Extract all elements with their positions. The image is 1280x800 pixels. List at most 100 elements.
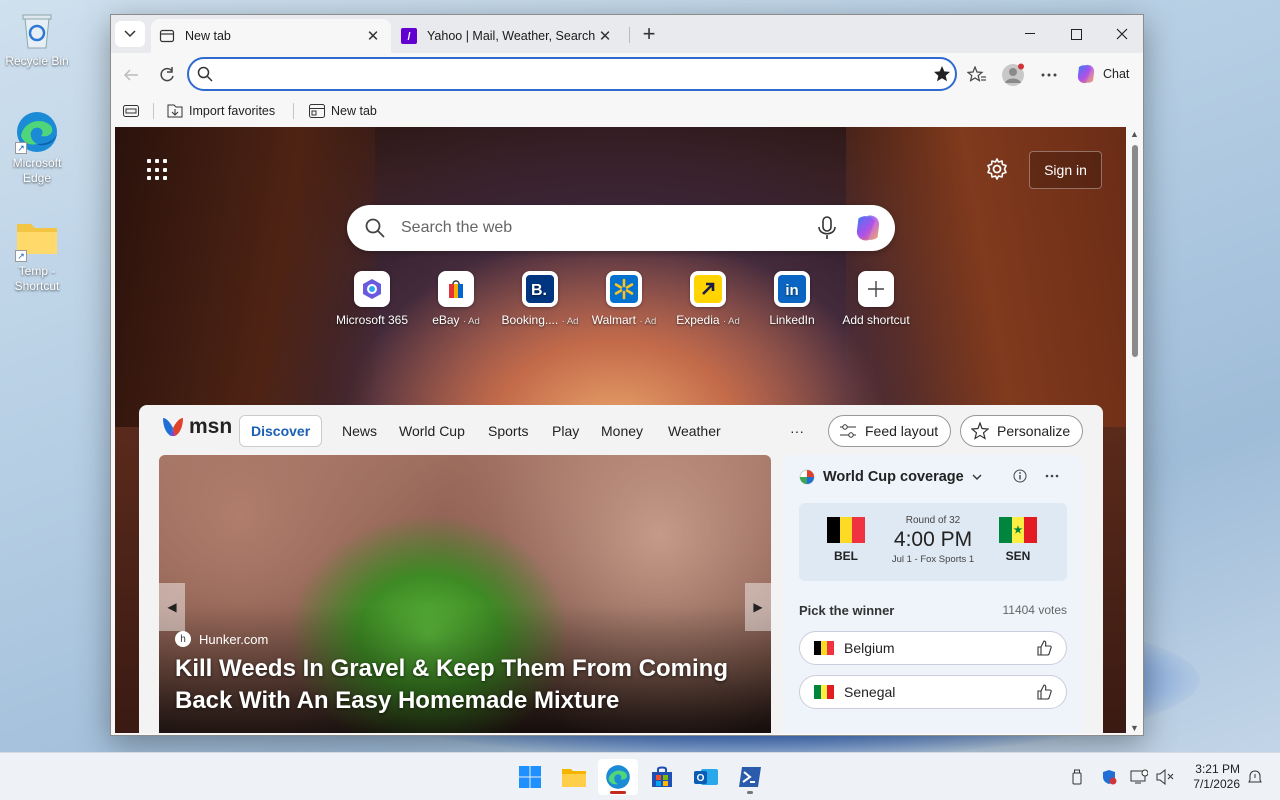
tab-sports[interactable]: Sports <box>477 415 539 447</box>
svg-text:in: in <box>785 282 798 299</box>
shortcut-add[interactable]: Add shortcut <box>831 271 921 327</box>
system-clock[interactable]: 3:21 PM 7/1/2026 <box>1180 762 1240 792</box>
tab-yahoo[interactable]: / Yahoo | Mail, Weather, Search, Politic… <box>393 19 623 53</box>
more-dots-icon <box>1041 73 1057 77</box>
shortcut-label: Walmart <box>591 313 636 327</box>
favorite-new-tab-label: New tab <box>331 104 377 118</box>
home-team-code: BEL <box>834 549 858 563</box>
scrollbar-thumb[interactable] <box>1132 145 1138 357</box>
maximize-icon <box>1070 28 1082 40</box>
network-icon[interactable] <box>1130 768 1148 786</box>
carousel-next-button[interactable]: ▶ <box>745 583 771 631</box>
minimize-button[interactable] <box>1007 15 1053 53</box>
start-button[interactable] <box>510 759 550 795</box>
taskbar-microsoft-store[interactable] <box>642 759 682 795</box>
favorites-list-icon <box>967 66 986 82</box>
svg-text:B.: B. <box>531 282 547 299</box>
maximize-button[interactable] <box>1053 15 1099 53</box>
tab-new-tab[interactable]: New tab ✕ <box>151 19 391 53</box>
desktop-icon-temp-shortcut[interactable]: ↗ Temp - Shortcut <box>4 218 70 294</box>
quick-links: Microsoft 365 eBay · Ad B. Booking.... ·… <box>327 271 917 331</box>
shortcut-label: Expedia <box>676 313 720 327</box>
vote-option-senegal[interactable]: Senegal <box>799 675 1067 709</box>
tab-play[interactable]: Play <box>541 415 590 447</box>
web-search-input[interactable] <box>401 217 801 239</box>
scroll-up-icon[interactable]: ▲ <box>1130 129 1139 139</box>
copilot-icon[interactable] <box>853 213 883 243</box>
settings-more-button[interactable] <box>1035 61 1063 89</box>
gear-icon <box>987 158 1007 180</box>
favorite-star-icon[interactable] <box>933 65 951 83</box>
tab-divider <box>629 27 630 43</box>
copilot-chat-button[interactable]: Chat <box>1069 59 1139 89</box>
close-tab-icon[interactable]: ✕ <box>595 27 615 45</box>
personalize-button[interactable]: Personalize <box>960 415 1084 447</box>
favorites-button[interactable] <box>963 61 991 89</box>
close-window-button[interactable] <box>1099 15 1143 53</box>
shortcut-microsoft-365[interactable]: Microsoft 365 <box>327 271 417 327</box>
world-cup-logo-icon <box>799 469 815 485</box>
msn-logo[interactable]: msn <box>161 415 232 439</box>
desktop-icon-edge[interactable]: ↗ Microsoft Edge <box>4 110 70 186</box>
sign-in-button[interactable]: Sign in <box>1029 151 1102 189</box>
shortcut-booking[interactable]: B. Booking.... · Ad <box>495 271 585 327</box>
favorite-new-tab-link[interactable]: New tab <box>309 101 377 121</box>
outlook-icon: O <box>694 769 718 785</box>
svg-text:O: O <box>697 773 705 784</box>
notification-bell-icon[interactable] <box>1246 768 1264 786</box>
favorites-bar-toggle-button[interactable] <box>123 101 139 121</box>
info-icon[interactable] <box>1013 469 1027 483</box>
taskbar-file-explorer[interactable] <box>554 759 594 795</box>
back-button[interactable] <box>117 61 145 89</box>
match-summary[interactable]: BEL Round of 32 4:00 PM Jul 1 - Fox Spor… <box>799 503 1067 581</box>
more-dots-icon[interactable] <box>1045 469 1059 483</box>
refresh-icon <box>160 67 174 82</box>
security-shield-icon[interactable] <box>1100 768 1118 786</box>
taskbar-edge[interactable] <box>598 759 638 795</box>
booking-icon: B. <box>522 271 558 307</box>
tab-world-cup[interactable]: World Cup <box>388 415 476 447</box>
poll-vote-count: 11404 votes <box>1002 603 1068 617</box>
shortcut-expedia[interactable]: Expedia · Ad <box>663 271 753 327</box>
tab-weather[interactable]: Weather <box>657 415 732 447</box>
running-app-indicator <box>747 791 753 794</box>
address-input[interactable] <box>225 64 925 84</box>
tab-news[interactable]: News <box>331 415 388 447</box>
world-cup-header[interactable]: World Cup coverage <box>799 469 982 485</box>
usb-device-icon[interactable] <box>1068 768 1086 786</box>
profile-button[interactable] <box>999 61 1027 89</box>
page-scrollbar[interactable]: ▲ ▼ <box>1126 127 1143 735</box>
plus-icon <box>858 271 894 307</box>
new-tab-button[interactable]: + <box>637 23 661 47</box>
thumbs-up-icon <box>1037 684 1052 700</box>
address-bar[interactable] <box>187 57 957 91</box>
scroll-down-icon[interactable]: ▼ <box>1130 723 1139 733</box>
desktop-icon-recycle-bin[interactable]: Recycle Bin <box>4 8 70 69</box>
carousel-prev-button[interactable]: ◀ <box>159 583 185 631</box>
tab-strip: New tab ✕ / Yahoo | Mail, Weather, Searc… <box>111 15 1143 53</box>
vote-option-label: Belgium <box>844 640 895 656</box>
shortcut-linkedin[interactable]: in LinkedIn <box>747 271 837 327</box>
chevron-down-icon <box>124 30 136 38</box>
refresh-button[interactable] <box>153 61 181 89</box>
vote-option-belgium[interactable]: Belgium <box>799 631 1067 665</box>
shortcut-ebay[interactable]: eBay · Ad <box>411 271 501 327</box>
web-search-box[interactable] <box>347 205 895 251</box>
feed-layout-button[interactable]: Feed layout <box>828 415 952 447</box>
shortcut-walmart[interactable]: Walmart · Ad <box>579 271 669 327</box>
app-launcher-button[interactable] <box>147 159 169 181</box>
tab-actions-menu-button[interactable] <box>115 21 145 47</box>
feed-more-button[interactable]: ··· <box>779 415 815 447</box>
article-headline[interactable]: Kill Weeds In Gravel & Keep Them From Co… <box>175 653 735 717</box>
close-tab-icon[interactable]: ✕ <box>363 27 383 45</box>
taskbar-outlook[interactable]: O <box>686 759 726 795</box>
import-favorites-link[interactable]: Import favorites <box>167 101 275 121</box>
tab-discover[interactable]: Discover <box>239 415 323 447</box>
tab-money[interactable]: Money <box>590 415 654 447</box>
hero-article-card[interactable]: ◀ ▶ h Hunker.com Kill Weeds In Gravel & … <box>159 455 771 733</box>
microphone-icon[interactable] <box>817 216 837 240</box>
volume-muted-icon[interactable] <box>1156 768 1174 786</box>
taskbar-powershell[interactable] <box>730 759 770 795</box>
world-cup-heading: World Cup coverage <box>823 469 964 485</box>
page-settings-button[interactable] <box>985 157 1013 185</box>
